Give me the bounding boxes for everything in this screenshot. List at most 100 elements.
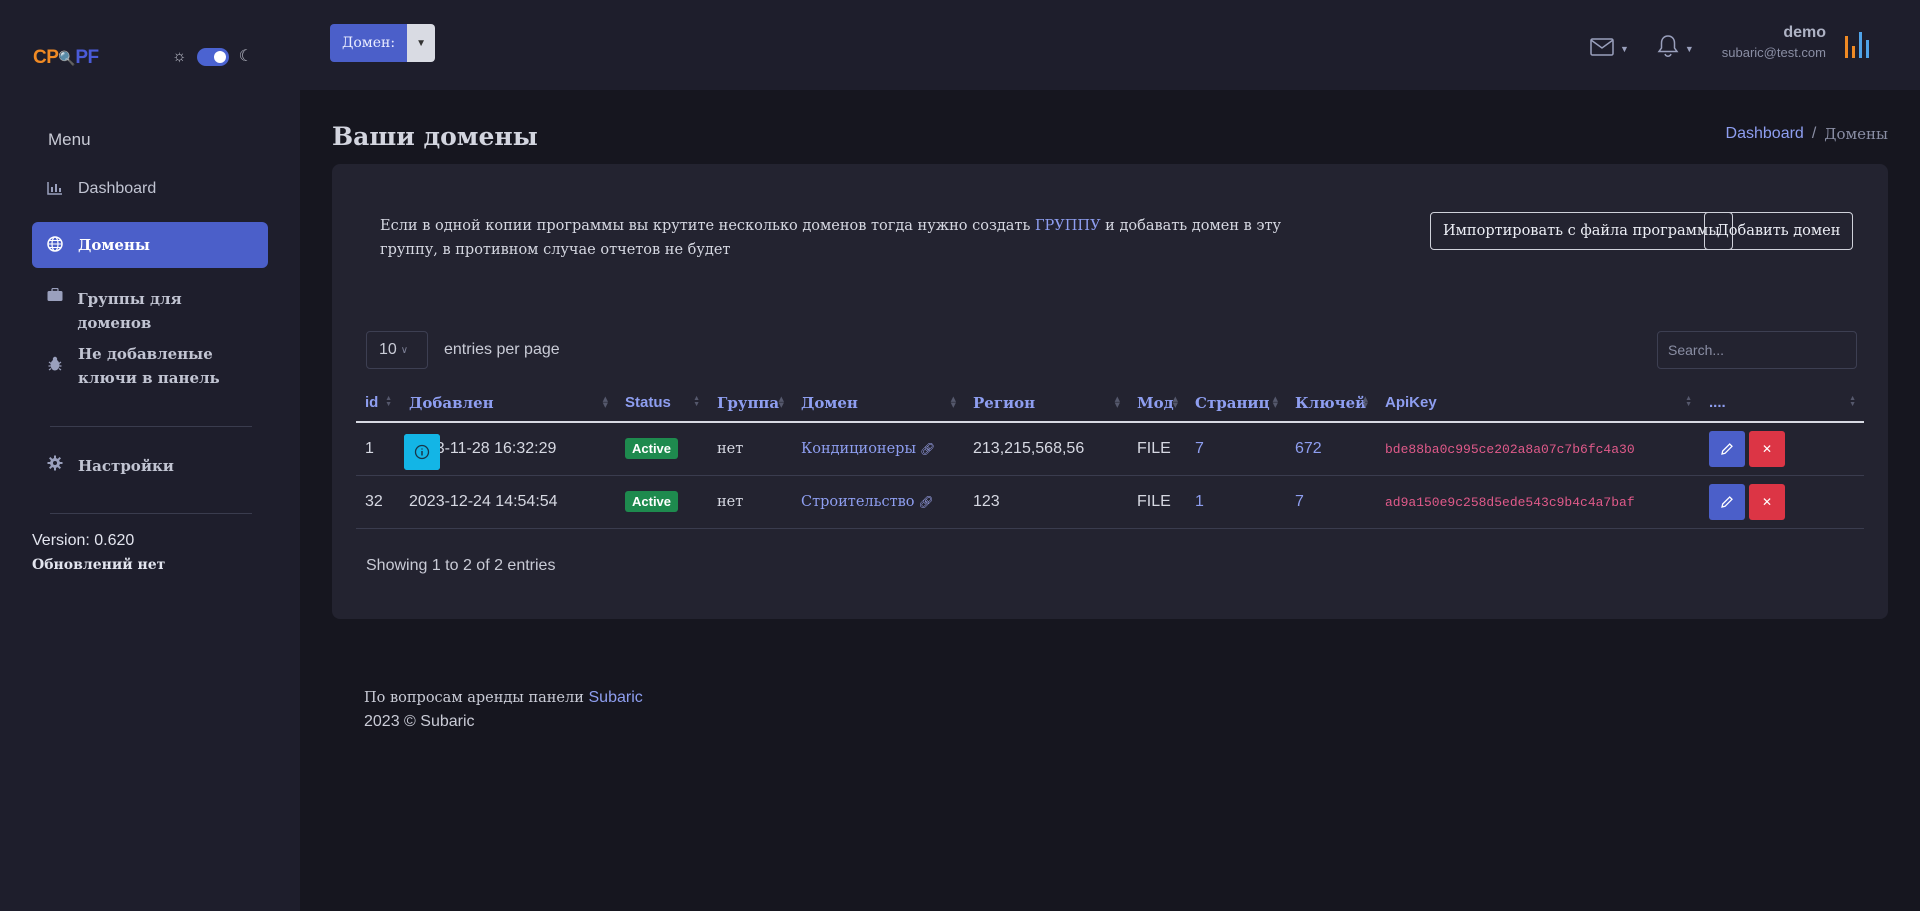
column-header-domain[interactable]: Домен ▲ ▼ [792, 384, 964, 423]
entries-per-page-select[interactable]: 10 ∨ [366, 331, 428, 369]
cell-id: 32 [356, 475, 400, 529]
sidebar-item-groups[interactable]: Группы для доменов [32, 287, 268, 335]
apikey-value: ad9a150e9c258d5ede543c9b4c4a7baf [1385, 494, 1635, 510]
sidebar-item-label: Домены [78, 236, 150, 254]
cell-apikey: ad9a150e9c258d5ede543c9b4c4a7baf [1376, 475, 1700, 529]
caret-down-icon: ▼ [1620, 44, 1629, 54]
entries-per-page: 10 ∨ entries per page [366, 331, 560, 369]
delete-button[interactable]: ✕ [1749, 483, 1785, 520]
column-header-region[interactable]: Регион ▲ ▼ [964, 384, 1128, 423]
domain-link[interactable]: Кондиционеры [801, 441, 916, 457]
messages-dropdown[interactable]: ▼ [1590, 36, 1629, 62]
column-header-id[interactable]: id ▲ ▼ [356, 384, 400, 423]
breadcrumb: Dashboard / Домены [1726, 125, 1888, 143]
cell-pages[interactable]: 1 [1186, 475, 1286, 529]
cell-keys[interactable]: 672 [1286, 422, 1376, 476]
status-badge: Active [625, 491, 679, 512]
cell-region: 213,215,568,56 [964, 422, 1128, 476]
link-icon: 🔗︎ [918, 494, 934, 509]
footer-copyright: 2023 © Subaric [364, 713, 475, 730]
edit-button[interactable] [1709, 483, 1745, 520]
sidebar-item-settings[interactable]: Настройки [32, 454, 268, 478]
cell-keys[interactable]: 7 [1286, 475, 1376, 529]
caret-down-icon: ▼ [1684, 44, 1694, 54]
cell-id: 1 [356, 422, 400, 476]
cell-domain[interactable]: Строительство 🔗︎ [792, 475, 964, 529]
import-from-file-button[interactable]: Импортировать с файла программы [1430, 212, 1733, 250]
breadcrumb-current: Домены [1824, 125, 1888, 143]
logo-part-2: PF [75, 47, 99, 68]
sun-icon: ☼ [172, 48, 187, 65]
column-header-pages[interactable]: Страниц ▲ ▼ [1186, 384, 1286, 423]
sidebar-item-dashboard[interactable]: Dashboard [32, 180, 268, 199]
sidebar-item-label: Dashboard [78, 180, 157, 197]
column-header-added[interactable]: Добавлен ▲ ▼ [400, 384, 616, 423]
domains-card: Если в одной копии программы вы крутите … [332, 164, 1888, 619]
footer-subaric-link[interactable]: Subaric [589, 689, 643, 706]
delete-button[interactable]: ✕ [1749, 430, 1785, 467]
sidebar: CP🔍PF ☼ ☾ Menu Dashboard Домены Группы д… [0, 0, 300, 911]
column-header-actions[interactable]: .... ▲ ▼ [1700, 384, 1864, 423]
sort-icon: ▲ ▼ [693, 395, 700, 408]
theme-toggle[interactable] [196, 48, 229, 66]
bell-icon [1657, 34, 1679, 64]
entries-per-page-label: entries per page [444, 341, 560, 358]
column-header-keys[interactable]: Ключей ▲ ▼ [1286, 384, 1376, 423]
sidebar-item-label: Настройки [78, 457, 174, 475]
menu-title: Menu [48, 130, 91, 149]
cell-group: нет [708, 475, 792, 529]
table-info: Showing 1 to 2 of 2 entries [366, 557, 556, 574]
moon-icon: ☾ [238, 48, 254, 65]
table-row: 32 2023-12-24 14:54:54 Active нет Строит… [356, 434, 1864, 529]
chevron-down-icon: ∨ [400, 344, 409, 356]
domain-link[interactable]: Строительство [801, 494, 915, 510]
sort-icon: ▲ ▼ [1849, 395, 1856, 408]
cell-actions: ✕ [404, 422, 1864, 476]
sort-icon: ▲ ▼ [1272, 394, 1278, 409]
caret-down-icon[interactable]: ▼ [407, 24, 436, 62]
domain-selector[interactable]: Домен: ▼ [330, 24, 436, 62]
chart-bar-icon [46, 181, 64, 199]
link-icon: 🔗︎ [920, 441, 936, 456]
apikey-value: bde88ba0c995ce202a8a07c7b6fc4a30 [1385, 441, 1635, 457]
breadcrumb-dashboard-link[interactable]: Dashboard [1726, 125, 1804, 143]
edit-button[interactable] [1709, 430, 1745, 467]
column-header-apikey[interactable]: ApiKey ▲ ▼ [1376, 384, 1700, 423]
page-title: Ваши домены [332, 122, 538, 151]
info-icon [414, 444, 430, 460]
briefcase-icon [46, 287, 63, 306]
cell-mod: FILE [1128, 422, 1186, 476]
theme-switcher: ☼ ☾ [172, 48, 253, 66]
logo-mark-icon: 🔍 [58, 50, 76, 66]
add-domain-button[interactable]: Добавить домен [1704, 212, 1854, 250]
cell-group: нет [708, 422, 792, 476]
sidebar-item-domains[interactable]: Домены [32, 222, 268, 268]
domain-selector-label[interactable]: Домен: [330, 24, 408, 62]
pencil-icon [1721, 442, 1733, 455]
table-row: 1 2023-11-28 16:32:29 Active нет Кондици… [356, 422, 1864, 476]
sort-icon: ▲ ▼ [778, 394, 784, 409]
search-input[interactable] [1657, 331, 1857, 369]
version-text: Version: 0.620 [32, 532, 135, 549]
top-header: Домен: ▼ ▼ ▼ demo subaric@test.com [300, 0, 1920, 90]
column-header-mod[interactable]: Мод ▲ ▼ [1128, 384, 1186, 423]
footer-rental-text: По вопросам аренды панели Subaric [364, 689, 643, 707]
groups-link[interactable]: ГРУППУ [1035, 218, 1101, 234]
info-button[interactable] [404, 434, 440, 470]
cell-domain[interactable]: Кондиционеры 🔗︎ [792, 422, 964, 476]
sort-icon: ▲ ▼ [1114, 394, 1120, 409]
user-info[interactable]: demo subaric@test.com [1722, 24, 1826, 60]
sidebar-item-label: Не добавленые ключи в панель [78, 345, 220, 387]
logo[interactable]: CP🔍PF [33, 47, 99, 69]
column-header-group[interactable]: Группа ▲ ▼ [708, 384, 792, 423]
sort-icon: ▲ ▼ [602, 394, 608, 409]
user-avatar-bars-icon[interactable] [1845, 32, 1869, 58]
pencil-icon [1721, 495, 1733, 508]
notifications-dropdown[interactable]: ▼ [1657, 34, 1694, 64]
sort-icon: ▲ ▼ [950, 394, 956, 409]
gear-icon [46, 455, 64, 475]
sidebar-item-missing-keys[interactable]: Не добавленые ключи в панель [32, 342, 268, 390]
cell-pages[interactable]: 7 [1186, 422, 1286, 476]
cell-status: Active [616, 475, 708, 529]
column-header-status[interactable]: Status ▲ ▼ [616, 384, 708, 423]
